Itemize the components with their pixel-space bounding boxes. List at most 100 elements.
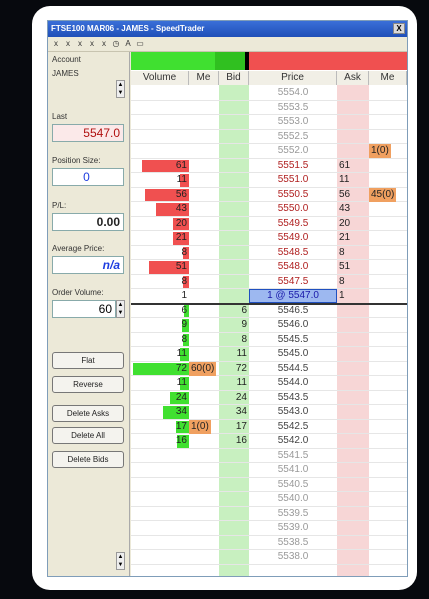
price-cell[interactable]: 5552.5 (249, 130, 337, 144)
toolbar-icon-4-icon[interactable]: x (99, 39, 109, 49)
price-header: Price (249, 71, 337, 85)
volume-cell: 8 (181, 246, 187, 258)
last-label: Last (52, 112, 68, 121)
volume-cell: 20 (175, 217, 187, 229)
price-cell[interactable]: 5546.5 (249, 304, 337, 318)
price-cell[interactable]: 5539.5 (249, 507, 337, 521)
bid-depth-bar (131, 52, 215, 70)
price-cell[interactable]: 5541.5 (249, 449, 337, 463)
volume-cell: 1 (181, 290, 187, 301)
price-cell[interactable]: 5539.0 (249, 521, 337, 535)
toolbar-icon-0-icon[interactable]: x (51, 39, 61, 49)
price-cell[interactable]: 5553.0 (249, 115, 337, 129)
order-volume-spinner[interactable]: ▲ ▼ (116, 300, 125, 318)
window-title: FTSE100 MAR06 - JAMES - SpeedTrader X (48, 21, 407, 37)
price-cell[interactable]: 5544.0 (249, 376, 337, 390)
price-cell[interactable]: 5543.0 (249, 405, 337, 419)
price-cell[interactable]: 5541.0 (249, 463, 337, 477)
price-cell[interactable]: 5543.5 (249, 391, 337, 405)
ask-cell[interactable]: 8 (337, 275, 369, 289)
account-value: JAMES (52, 69, 79, 78)
price-cell[interactable]: 5540.5 (249, 478, 337, 492)
toolbar-icon-2-icon[interactable]: x (75, 39, 85, 49)
price-cell[interactable]: 5544.5 (249, 362, 337, 376)
price-cell[interactable]: 5538.5 (249, 536, 337, 550)
toolbar-icon-1-icon[interactable]: x (63, 39, 73, 49)
position-size-value: 0 (52, 168, 124, 186)
order-volume-input[interactable]: 60 (52, 300, 116, 318)
bid-header: Bid (219, 71, 249, 85)
delete-bids-button[interactable]: Delete Bids (52, 451, 124, 468)
delete-all-button[interactable]: Delete All (52, 427, 124, 444)
price-cell[interactable]: 5553.5 (249, 101, 337, 115)
price-cell[interactable]: 5551.5 (249, 159, 337, 173)
volume-cell: 8 (181, 333, 187, 345)
bid-me-header: Me (189, 71, 219, 85)
price-cell[interactable]: 5548.5 (249, 246, 337, 260)
bid-cell[interactable]: 9 (219, 318, 249, 332)
volume-cell: 6 (181, 304, 187, 316)
price-cell[interactable]: 5549.0 (249, 231, 337, 245)
volume-cell: 51 (175, 261, 187, 272)
ask-cell[interactable]: 21 (337, 231, 369, 245)
bid-cell[interactable]: 17 (219, 420, 249, 434)
ask-cell[interactable]: 61 (337, 159, 369, 173)
price-cell[interactable]: 5550.5 (249, 188, 337, 202)
toolbar-icon-5-icon[interactable]: ◷ (111, 39, 121, 49)
account-spin[interactable]: ▲ ▼ (116, 80, 125, 98)
volume-cell: 72 (175, 362, 187, 374)
price-cell[interactable]: 5549.5 (249, 217, 337, 231)
reverse-button[interactable]: Reverse (52, 376, 124, 393)
toolbar-icon-7-icon[interactable]: ▭ (135, 39, 145, 49)
price-cell[interactable]: 5552.0 (249, 144, 337, 158)
ask-cell[interactable]: 8 (337, 246, 369, 260)
delete-asks-button[interactable]: Delete Asks (52, 405, 124, 422)
last-value: 5547.0 (52, 124, 124, 142)
volume-cell: 11 (176, 348, 187, 359)
bid-cell[interactable]: 6 (219, 304, 249, 318)
volume-cell: 8 (181, 275, 187, 287)
ask-cell[interactable]: 1 (337, 289, 369, 303)
account-label: Account (52, 55, 81, 64)
bid-me-cell: 60(0) (189, 361, 217, 376)
price-cell[interactable]: 1 @ 5547.0 (249, 289, 337, 303)
price-cell[interactable]: 5554.0 (249, 86, 337, 100)
price-cell[interactable]: 5542.5 (249, 420, 337, 434)
price-cell[interactable]: 5551.0 (249, 173, 337, 187)
price-cell[interactable]: 5545.5 (249, 333, 337, 347)
volume-cell: 17 (175, 420, 187, 432)
pl-label: P/L: (52, 201, 67, 210)
bid-cell[interactable]: 11 (219, 347, 249, 361)
flat-button[interactable]: Flat (52, 352, 124, 369)
ask-cell[interactable]: 20 (337, 217, 369, 231)
left-panel: Account JAMES ▲ ▼ Last 5547.0 Position Si… (48, 52, 130, 576)
price-cell[interactable]: 5542.0 (249, 434, 337, 448)
bid-cell[interactable]: 16 (219, 434, 249, 448)
price-cell[interactable]: 5540.0 (249, 492, 337, 506)
bid-cell[interactable]: 72 (219, 362, 249, 376)
ask-cell[interactable]: 43 (337, 202, 369, 216)
volume-cell: 56 (175, 188, 187, 200)
bid-cell[interactable]: 8 (219, 333, 249, 347)
ask-cell[interactable]: 51 (337, 260, 369, 274)
volume-cell: 21 (175, 232, 187, 243)
bid-cell[interactable]: 11 (219, 376, 249, 390)
price-cell[interactable]: 5547.5 (249, 275, 337, 289)
volume-cell: 61 (175, 159, 187, 171)
ask-cell[interactable]: 11 (337, 173, 369, 187)
close-button[interactable]: X (393, 23, 405, 34)
ask-me-header: Me (369, 71, 407, 85)
ask-cell[interactable]: 56 (337, 188, 369, 202)
price-cell[interactable]: 5546.0 (249, 318, 337, 332)
toolbar-icon-6-icon[interactable]: A (123, 39, 133, 49)
bid-cell[interactable]: 34 (219, 405, 249, 419)
volume-cell: 11 (176, 174, 187, 185)
toolbar-icon-3-icon[interactable]: x (87, 39, 97, 49)
price-cell[interactable]: 5538.0 (249, 550, 337, 564)
bid-cell[interactable]: 24 (219, 391, 249, 405)
scroll-spinner[interactable]: ▲ ▼ (116, 552, 125, 570)
price-cell[interactable]: 5548.0 (249, 260, 337, 274)
price-cell[interactable]: 5545.0 (249, 347, 337, 361)
price-cell[interactable]: 5550.0 (249, 202, 337, 216)
volume-cell: 43 (175, 203, 187, 214)
